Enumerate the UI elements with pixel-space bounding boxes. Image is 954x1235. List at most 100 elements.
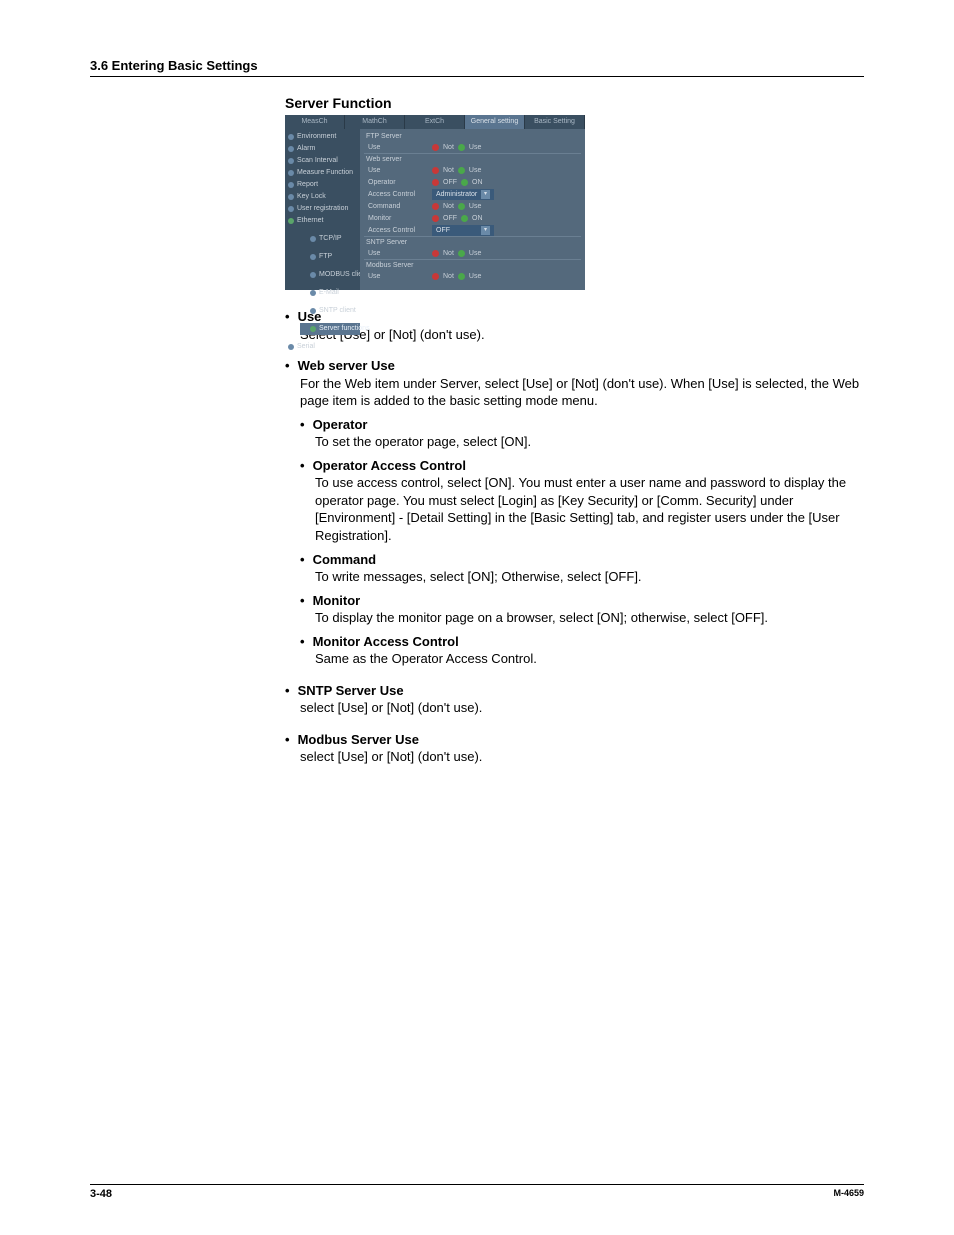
bullet-icon: • [285,731,290,749]
radio-use-icon[interactable] [458,250,465,257]
sidebar-item-label: Server functions [319,324,370,334]
sidebar-item-label: Key Lock [297,192,326,202]
sidebar-item-label: TCP/IP [319,234,342,244]
label: Use [368,167,428,174]
row: CommandNotUse [364,200,581,212]
subitem-heading: •Operator Access Control [300,457,864,475]
radio-icon[interactable] [432,167,439,174]
subitem-heading: •Operator [300,416,864,434]
label: Command [368,203,428,210]
row: MonitorOFFON [364,212,581,224]
opt-a: Not [443,167,454,174]
tab-measch[interactable]: MeasCh [285,115,345,129]
row: Use Not Use [364,164,581,176]
settings-screenshot: MeasCh MathCh ExtCh General setting Basi… [285,115,585,290]
opt-b: Use [469,167,481,174]
radio-icon[interactable] [432,215,439,222]
dropdown-value: OFF [436,225,478,236]
dropdown[interactable]: OFF▾ [432,225,494,236]
sidebar-item[interactable]: Report [285,179,360,191]
doc-subitem: •MonitorTo display the monitor page on a… [300,592,864,627]
radio-icon[interactable] [461,179,468,186]
subitem-body: To set the operator page, select [ON]. [315,433,864,451]
radio-use-icon[interactable] [458,144,465,151]
sidebar-item[interactable]: Alarm [285,143,360,155]
opt-a: Not [443,203,454,210]
tab-extch[interactable]: ExtCh [405,115,465,129]
sidebar-item[interactable]: Measure Function [285,167,360,179]
sidebar-item[interactable]: SNTP client [300,305,360,317]
sidebar-item[interactable]: TCP/IP [300,233,360,245]
sidebar-item-label: Report [297,180,318,190]
bullet-icon: • [285,357,290,375]
bullet-icon: • [285,308,290,326]
radio-not-icon[interactable] [432,250,439,257]
tab-mathch[interactable]: MathCh [345,115,405,129]
radio-icon[interactable] [458,167,465,174]
group-ftp: FTP Server [364,131,581,141]
settings-panel: FTP Server Use Not Use Web server Use Not… [360,129,585,290]
bullet-icon: • [300,592,305,610]
label: Use [368,250,428,257]
subitem-body: To display the monitor page on a browser… [315,609,864,627]
radio-icon[interactable] [432,203,439,210]
sidebar-item[interactable]: User registration [285,203,360,215]
doc-item: •UseSelect [Use] or [Not] (don't use). [285,308,864,343]
label: Operator [368,179,428,186]
doc-item: •Web server UseFor the Web item under Se… [285,357,864,668]
bullet-icon: • [300,551,305,569]
sidebar-item[interactable]: Serial [285,341,360,353]
group-web: Web server [364,153,581,164]
label: Use [368,273,428,280]
sidebar-item[interactable]: Key Lock [285,191,360,203]
section-header: 3.6 Entering Basic Settings [90,58,864,77]
sidebar-item[interactable]: MODBUS client [300,269,360,281]
subitem-body: Same as the Operator Access Control. [315,650,864,668]
subitem-body: To write messages, select [ON]; Otherwis… [315,568,864,586]
group-sntp: SNTP Server [364,236,581,247]
label: Monitor [368,215,428,222]
bullet-icon: • [300,457,305,475]
content-body: •UseSelect [Use] or [Not] (don't use).•W… [285,308,864,766]
doc-number: M-4659 [833,1188,864,1200]
sidebar-item[interactable]: Environment [285,131,360,143]
row: OperatorOFFON [364,176,581,188]
item-heading-text: Modbus Server Use [298,731,419,749]
sidebar-item-label: SNTP client [319,306,356,316]
subitem-heading-text: Monitor Access Control [313,633,459,651]
sidebar-item-label: Environment [297,132,336,142]
dropdown[interactable]: Administrator▾ [432,189,494,200]
doc-subitem: • CommandTo write messages, select [ON]; … [300,551,864,586]
tree-icon [288,218,294,224]
item-heading: • Modbus Server Use [285,731,864,749]
sidebar-item[interactable]: Server functions [300,323,360,335]
chevron-down-icon: ▾ [481,226,490,235]
row: Access ControlAdministrator▾ [364,188,581,200]
tree-icon [288,194,294,200]
radio-not-icon[interactable] [432,144,439,151]
row-modbus-use: Use Not Use [364,270,581,282]
radio-icon[interactable] [432,179,439,186]
sidebar-item[interactable]: E-Mail [300,287,360,299]
tree-icon [288,206,294,212]
item-heading: •SNTP Server Use [285,682,864,700]
opt-use: Use [469,144,481,151]
sidebar-item[interactable]: Scan Interval [285,155,360,167]
item-heading-text: Web server Use [298,357,395,375]
subitem-heading-text: Command [313,551,377,569]
radio-icon[interactable] [458,203,465,210]
sidebar-item-label: User registration [297,204,348,214]
radio-not-icon[interactable] [432,273,439,280]
tab-basic[interactable]: Basic Setting [525,115,585,129]
radio-use-icon[interactable] [458,273,465,280]
radio-icon[interactable] [461,215,468,222]
tab-general[interactable]: General setting [465,115,525,129]
sidebar: EnvironmentAlarmScan IntervalMeasure Fun… [285,129,360,290]
opt-use: Use [469,250,481,257]
item-heading: •Use [285,308,864,326]
sidebar-item[interactable]: Ethernet [285,215,360,227]
item-body: select [Use] or [Not] (don't use). [300,748,864,766]
sidebar-item[interactable]: FTP [300,251,360,263]
page-number: 3-48 [90,1188,112,1200]
opt-a: OFF [443,179,457,186]
